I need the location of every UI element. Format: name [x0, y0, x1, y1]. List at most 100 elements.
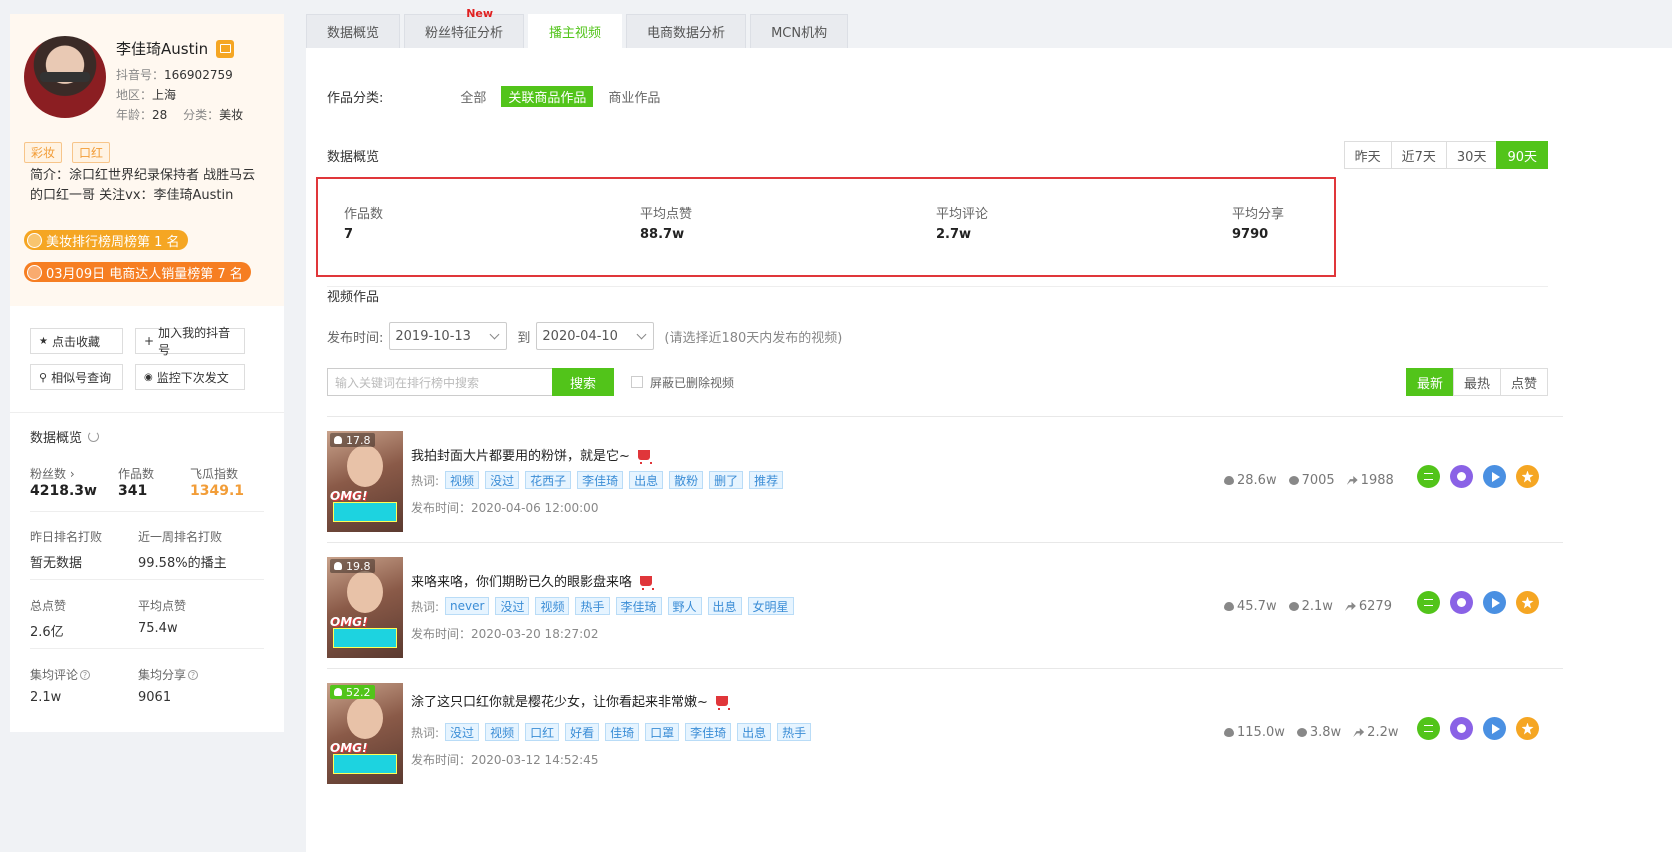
keyword-tag[interactable]: 李佳琦: [685, 723, 732, 741]
store-badge-icon: [216, 39, 235, 58]
sort-likes[interactable]: 点赞: [1499, 368, 1548, 396]
range-yesterday[interactable]: 昨天: [1343, 141, 1392, 169]
star-icon: [1521, 470, 1534, 483]
rank-badge-beauty[interactable]: 美妆排行榜周榜第 1 名: [24, 230, 188, 250]
rank-badge-ecommerce[interactable]: 03月09日 电商达人销量榜第 7 名: [24, 262, 251, 282]
detail-button[interactable]: [1417, 717, 1440, 740]
video-row[interactable]: OMG! 52.2 涂了这只口红你就是樱花少女，让你看起来非常嫩~ 热词: 没过…: [327, 668, 1563, 794]
fans-label[interactable]: 粉丝数 ›: [30, 465, 75, 482]
keyword-tag[interactable]: 没过: [485, 471, 520, 489]
play-button[interactable]: [1483, 465, 1506, 488]
keyword-tag[interactable]: 推荐: [749, 471, 784, 489]
comment-icon: [1288, 476, 1299, 485]
category-all[interactable]: 全部: [453, 86, 493, 107]
keyword-tag[interactable]: 视频: [485, 723, 520, 741]
share-icon: [1353, 728, 1365, 737]
hide-deleted-checkbox[interactable]: [631, 376, 643, 388]
keyword-tag[interactable]: 李佳琦: [615, 597, 662, 615]
tab-fans[interactable]: 粉丝特征分析 New: [404, 7, 525, 48]
search-input[interactable]: 输入关键词在排行榜中搜索: [327, 368, 552, 396]
video-title[interactable]: 来咯来咯，你们期盼已久的眼影盘来咯: [411, 571, 655, 590]
keyword-tag[interactable]: 佳琦: [605, 723, 640, 741]
detail-button[interactable]: [1417, 465, 1440, 488]
score-badge: 19.8: [330, 559, 375, 573]
audience-button[interactable]: [1450, 717, 1473, 740]
video-thumbnail[interactable]: OMG! 17.8: [327, 431, 403, 532]
keyword-tag[interactable]: 删了: [709, 471, 744, 489]
add-mine-button[interactable]: + 加入我的抖音号: [135, 326, 245, 357]
audience-button[interactable]: [1450, 465, 1473, 488]
sort-hottest[interactable]: 最热: [1452, 368, 1501, 396]
keyword-tag[interactable]: never: [445, 597, 490, 615]
category-commercial[interactable]: 商业作品: [601, 86, 667, 107]
overview-box: 作品数 7 平均点赞 88.7w 平均评论 2.7w 平均分享 9790: [316, 177, 1336, 277]
favorite-video-button[interactable]: [1516, 717, 1539, 740]
favorite-button[interactable]: ★ 点击收藏: [30, 328, 123, 354]
tab-overview[interactable]: 数据概览: [306, 14, 401, 48]
audience-button[interactable]: [1450, 591, 1473, 614]
end-date-picker[interactable]: 2020-04-10: [536, 322, 655, 350]
avg-comments-value: 2.1w: [30, 690, 62, 705]
profile-sidebar: 李佳琦Austin 抖音号：166902759 地区：上海 年龄：28 分类：美…: [10, 14, 284, 732]
keyword-tag[interactable]: 视频: [535, 597, 570, 615]
monitor-button[interactable]: ◉ 监控下次发文: [135, 364, 245, 390]
sort-newest[interactable]: 最新: [1405, 368, 1454, 396]
date-hint: (请选择近180天内发布的视频): [664, 330, 843, 346]
keyword-tag[interactable]: 李佳琦: [577, 471, 624, 489]
tab-mcn[interactable]: MCN机构: [750, 14, 849, 48]
video-thumbnail[interactable]: OMG! 19.8: [327, 557, 403, 658]
play-button[interactable]: [1483, 717, 1506, 740]
region: 地区：上海: [116, 88, 177, 102]
similar-search-button[interactable]: ⚲ 相似号查询: [30, 364, 123, 390]
comment-icon: [1288, 602, 1299, 611]
yesterday-rank-value: 暂无数据: [30, 556, 83, 571]
keyword-tag[interactable]: 没过: [445, 723, 480, 741]
video-title[interactable]: 我拍封面大片都要用的粉饼，就是它~: [411, 445, 652, 464]
video-metrics: 115.0w 3.8w 2.2w: [1224, 725, 1398, 740]
keyword-tag[interactable]: 口罩: [645, 723, 680, 741]
keyword-tag[interactable]: 好看: [565, 723, 600, 741]
tab-videos[interactable]: 播主视频: [528, 14, 623, 48]
keyword-tag[interactable]: 女明星: [747, 597, 794, 615]
yesterday-rank-label: 昨日排名打败: [30, 530, 103, 544]
main-panel: 数据概览 粉丝特征分析 New 播主视频 电商数据分析 MCN机构 作品分类: 全…: [306, 7, 1672, 852]
range-30d[interactable]: 30天: [1445, 141, 1498, 169]
range-7d[interactable]: 近7天: [1390, 141, 1447, 169]
video-title[interactable]: 涂了这只口红你就是樱花少女，让你看起来非常嫩~: [411, 691, 730, 710]
help-icon[interactable]: ?: [188, 670, 199, 680]
search-button[interactable]: 搜索: [552, 368, 614, 396]
keyword-tag[interactable]: 热手: [575, 597, 610, 615]
keyword-tag[interactable]: 热手: [777, 723, 812, 741]
keyword-tag[interactable]: 出息: [629, 471, 664, 489]
share-icon: [1346, 476, 1358, 485]
tab-ecommerce[interactable]: 电商数据分析: [626, 14, 747, 48]
ov-comments-value: 2.7w: [936, 227, 972, 242]
range-90d[interactable]: 90天: [1496, 141, 1548, 169]
keyword-tag[interactable]: 散粉: [669, 471, 704, 489]
video-row[interactable]: OMG! 17.8 我拍封面大片都要用的粉饼，就是它~ 热词: 视频 没过 花西…: [327, 416, 1563, 542]
heart-icon: [1224, 728, 1234, 737]
detail-button[interactable]: [1417, 591, 1440, 614]
help-icon[interactable]: ?: [80, 670, 91, 680]
refresh-icon[interactable]: [88, 431, 100, 442]
favorite-video-button[interactable]: [1516, 465, 1539, 488]
favorite-video-button[interactable]: [1516, 591, 1539, 614]
video-row[interactable]: OMG! 19.8 来咯来咯，你们期盼已久的眼影盘来咯 热词: never 没过…: [327, 542, 1563, 668]
category-linked-products[interactable]: 关联商品作品: [501, 86, 594, 107]
users-icon: [1457, 724, 1466, 733]
keyword-tag[interactable]: 出息: [707, 597, 742, 615]
chevron-down-icon: [489, 329, 500, 339]
publish-time: 发布时间：2020-04-06 12:00:00: [411, 501, 599, 515]
keyword-tag[interactable]: 野人: [667, 597, 702, 615]
keyword-tag[interactable]: 花西子: [525, 471, 572, 489]
play-button[interactable]: [1483, 591, 1506, 614]
video-actions: [1417, 591, 1539, 614]
keyword-tag[interactable]: 出息: [737, 723, 772, 741]
keyword-tag[interactable]: 口红: [525, 723, 560, 741]
start-date-picker[interactable]: 2019-10-13: [389, 322, 508, 350]
play-icon: [1491, 471, 1500, 482]
comment-icon: [1296, 728, 1307, 737]
video-thumbnail[interactable]: OMG! 52.2: [327, 683, 403, 784]
keyword-tag[interactable]: 没过: [495, 597, 530, 615]
keyword-tag[interactable]: 视频: [445, 471, 480, 489]
